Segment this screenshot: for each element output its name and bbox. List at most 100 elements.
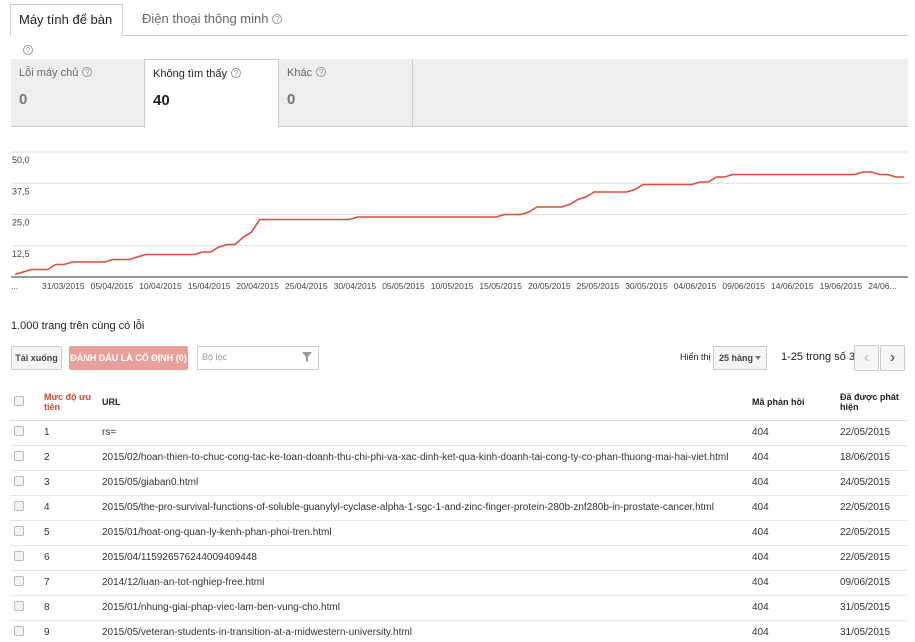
row-url[interactable]: 2015/05/the-pro-survival-functions-of-so…	[98, 495, 748, 521]
row-url[interactable]: 2015/01/nhung-giai-phap-viec-lam-ben-vun…	[98, 595, 748, 621]
x-tick-label: 15/04/2015	[188, 281, 231, 291]
row-url[interactable]: 2015/01/hoat-ong-quan-ly-kenh-phan-phoi-…	[98, 520, 748, 546]
tab-desktop[interactable]: Máy tính để bàn?	[10, 4, 123, 55]
row-priority: 1	[40, 420, 98, 446]
table-header-row: Mức độ ưu tiên URL Mã phản hồi Đã được p…	[10, 384, 908, 421]
help-icon[interactable]: ?	[23, 45, 33, 55]
table-row[interactable]: 6 2015/04/1159265762440094094​48 404 22/05/…	[10, 545, 908, 571]
x-tick-label: 04/06/2015	[674, 281, 717, 291]
row-priority: 4	[40, 495, 98, 521]
x-tick-label: 31/03/2015	[42, 281, 85, 291]
x-tick-label: 09/06/2015	[722, 281, 765, 291]
row-checkbox[interactable]	[14, 526, 24, 536]
row-detected-date: 22/05/2015	[836, 420, 908, 446]
x-tick-label: 20/05/2015	[528, 281, 571, 291]
summary-text: 1.000 trang trên cùng có lỗi	[11, 320, 145, 332]
x-tick-label: 05/05/2015	[382, 281, 425, 291]
pager-range: 1-25 trong số 37	[781, 351, 862, 363]
row-url[interactable]: 2015/05/veteran-students-in-transition-a…	[98, 620, 748, 642]
help-icon[interactable]: ?	[231, 68, 241, 78]
row-response-code: 404	[748, 445, 836, 471]
row-response-code: 404	[748, 545, 836, 571]
category-other[interactable]: Khác? 0	[279, 59, 413, 127]
table-row[interactable]: 5 2015/01/hoat-ong-quan-ly-kenh-phan-phoi…	[10, 520, 908, 546]
row-detected-date: 22/05/2015	[836, 495, 908, 521]
row-checkbox[interactable]	[14, 626, 24, 636]
x-tick-label: 30/05/2015	[625, 281, 668, 291]
row-response-code: 404	[748, 520, 836, 546]
row-priority: 9	[40, 620, 98, 642]
x-tick-label: 20/04/2015	[236, 281, 279, 291]
funnel-icon[interactable]	[302, 352, 312, 362]
x-tick-label: 24/06...	[868, 281, 896, 291]
row-priority: 8	[40, 595, 98, 621]
help-icon[interactable]: ?	[82, 67, 93, 77]
row-checkbox[interactable]	[14, 551, 24, 561]
table-row[interactable]: 3 2015/05/giaban0.html 404 24/05/2015	[10, 470, 908, 496]
col-url[interactable]: URL	[98, 384, 748, 421]
row-detected-date: 18/06/2015	[836, 445, 908, 471]
next-page-button[interactable]: ›	[880, 345, 905, 371]
mark-fixed-button[interactable]: ĐÁNH DẤU LÀ CỐ ĐỊNH (0)	[69, 346, 188, 370]
row-checkbox[interactable]	[14, 426, 24, 436]
row-priority: 6	[40, 545, 98, 571]
x-tick-label: 10/05/2015	[431, 281, 474, 291]
x-tick-label: ...	[11, 281, 18, 291]
error-category-row: Lỗi máy chủ? 0 Không tìm thấy? 40 Khác? …	[11, 59, 908, 128]
category-not-found[interactable]: Không tìm thấy? 40	[144, 59, 279, 128]
row-url[interactable]: 2014/12/luan-an-tot-nghiep-free.html	[98, 570, 748, 596]
tab-smartphone-label: Điện thoại thông minh	[142, 11, 269, 26]
row-checkbox[interactable]	[14, 501, 24, 511]
series-line	[14, 171, 904, 276]
row-response-code: 404	[748, 470, 836, 496]
row-detected-date: 22/05/2015	[836, 520, 908, 546]
row-priority: 7	[40, 570, 98, 596]
x-tick-label: 25/04/2015	[285, 281, 328, 291]
x-tick-label: 05/04/2015	[91, 281, 134, 291]
col-detected[interactable]: Đã được phát hiện	[836, 384, 908, 421]
table-row[interactable]: 8 2015/01/nhung-giai-phap-viec-lam-ben-vu…	[10, 595, 908, 621]
row-url[interactable]: 2015/05/giaban0.html	[98, 470, 748, 496]
table-row[interactable]: 1 rs= 404 22/05/2015	[10, 420, 908, 446]
row-response-code: 404	[748, 420, 836, 446]
row-url[interactable]: 2015/02/hoan-thien-to-chuc-cong-tac-ke-t…	[98, 445, 748, 471]
filter-input[interactable]: Bộ lọc	[197, 346, 319, 370]
chevron-left-icon: ‹	[863, 349, 870, 366]
category-label: Lỗi máy chủ	[19, 67, 79, 79]
row-checkbox[interactable]	[14, 451, 24, 461]
row-checkbox[interactable]	[14, 601, 24, 611]
table-row[interactable]: 4 2015/05/the-pro-survival-functions-of-s…	[10, 495, 908, 521]
prev-page-button[interactable]: ‹	[854, 345, 879, 371]
rows-value: 25 hàng	[719, 353, 754, 363]
col-response-code[interactable]: Mã phản hồi	[748, 384, 836, 421]
select-all-checkbox[interactable]	[14, 395, 24, 406]
x-tick-label: 19/06/2015	[820, 281, 863, 291]
chevron-right-icon: ›	[889, 349, 896, 366]
col-priority[interactable]: Mức độ ưu tiên	[40, 384, 98, 421]
table-row[interactable]: 9 2015/05/veteran-students-in-transition-…	[10, 620, 908, 642]
category-label: Không tìm thấy	[153, 68, 227, 80]
device-tabs: Máy tính để bàn? Điện thoại thông minh?	[10, 4, 908, 55]
help-icon[interactable]: ?	[272, 14, 283, 24]
x-tick-label: 10/04/2015	[139, 281, 182, 291]
table-row[interactable]: 2 2015/02/hoan-thien-to-chuc-cong-tac-ke-…	[10, 445, 908, 471]
rows-per-page-select[interactable]: 25 hàng	[713, 346, 767, 370]
x-tick-label: 14/06/2015	[771, 281, 814, 291]
help-icon[interactable]: ?	[316, 67, 327, 77]
category-count: 40	[153, 92, 170, 109]
row-checkbox[interactable]	[14, 576, 24, 586]
row-detected-date: 31/05/2015	[836, 620, 908, 642]
row-url[interactable]: 2015/04/1159265762440094094​48	[98, 545, 748, 571]
category-server-error[interactable]: Lỗi máy chủ? 0	[11, 59, 144, 127]
tab-smartphone[interactable]: Điện thoại thông minh?	[134, 4, 290, 36]
x-tick-label: 30/04/2015	[334, 281, 377, 291]
category-count: 0	[287, 91, 296, 108]
row-priority: 5	[40, 520, 98, 546]
row-checkbox[interactable]	[14, 476, 24, 486]
chevron-down-icon	[755, 356, 761, 360]
row-priority: 3	[40, 470, 98, 496]
row-response-code: 404	[748, 620, 836, 642]
row-url[interactable]: rs=	[98, 420, 748, 446]
table-row[interactable]: 7 2014/12/luan-an-tot-nghiep-free.html 404…	[10, 570, 908, 596]
download-button[interactable]: Tải xuống	[11, 346, 62, 370]
